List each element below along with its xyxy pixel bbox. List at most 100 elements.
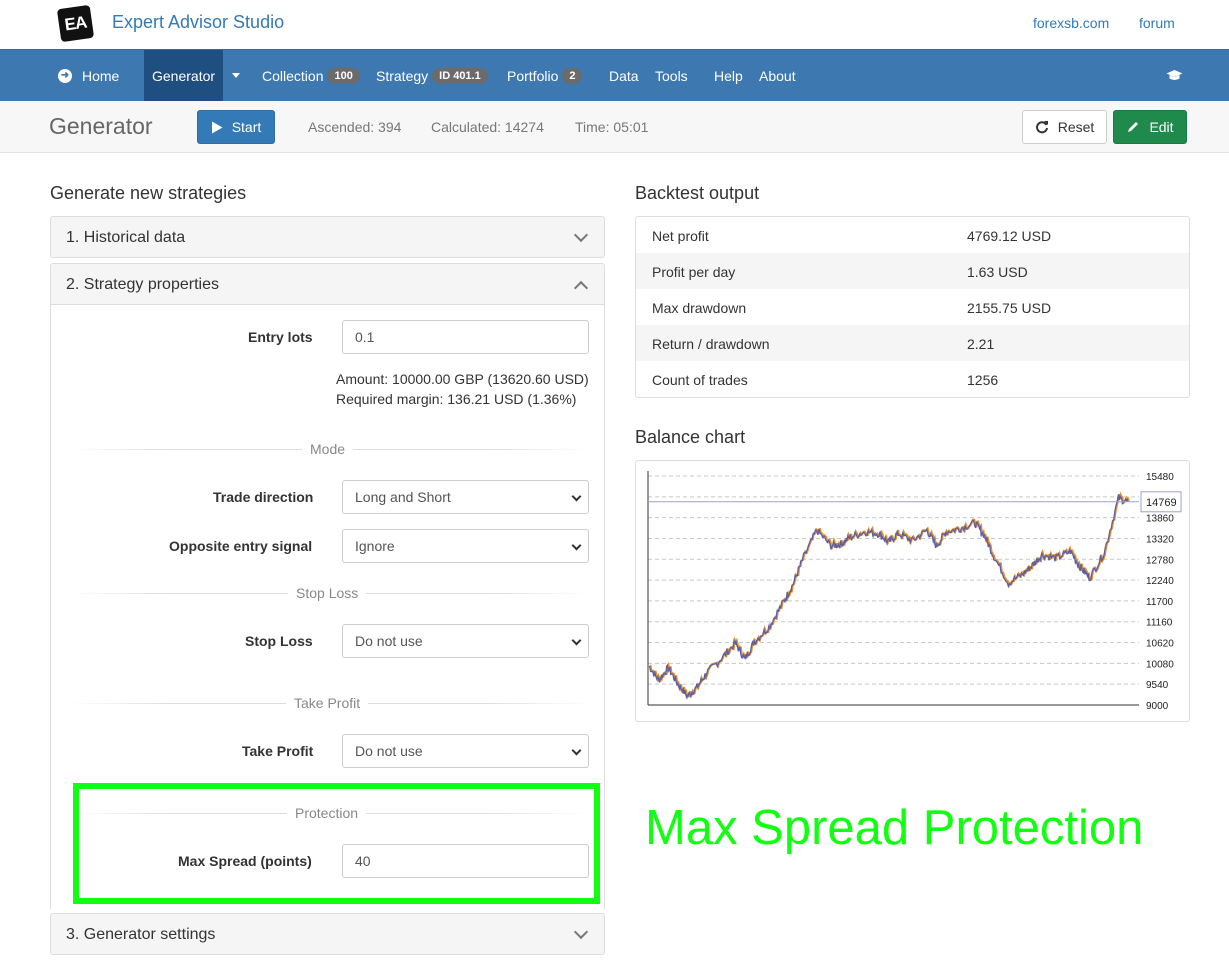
required-margin-info: Required margin: 136.21 USD (1.36%) xyxy=(336,391,577,407)
opposite-entry-signal-label: Opposite entry signal xyxy=(169,538,313,554)
nav-collection-label: Collection xyxy=(262,67,324,84)
ascended-stat: Ascended: 394 xyxy=(308,119,402,135)
profit-per-day-key: Profit per day xyxy=(652,264,736,280)
y-tick-label: 10080 xyxy=(1146,659,1174,670)
entry-lots-value: 0.1 xyxy=(355,329,375,345)
trade-direction-select[interactable]: Long and Short xyxy=(342,480,589,514)
stop-loss-value: Do not use xyxy=(355,633,423,649)
edit-button-label: Edit xyxy=(1149,119,1174,135)
nav-generator-label: Generator xyxy=(152,67,216,84)
chevron-down-icon xyxy=(571,635,582,646)
max-drawdown-value: 2155.75 USD xyxy=(967,300,1052,316)
play-icon xyxy=(211,121,223,133)
backtest-heading: Backtest output xyxy=(635,183,760,203)
y-tick-label: 12240 xyxy=(1146,576,1174,587)
main-navbar: ➜ Home Generator Collection 100 Strategy… xyxy=(0,49,1229,101)
max-drawdown-key: Max drawdown xyxy=(652,300,747,316)
start-button-label: Start xyxy=(231,119,262,135)
nav-about[interactable]: About xyxy=(759,50,796,101)
panel-generator-settings[interactable]: 3. Generator settings xyxy=(50,913,605,955)
max-spread-annotation: Max Spread Protection xyxy=(645,801,1144,855)
trade-direction-value: Long and Short xyxy=(355,489,451,505)
balance-chart-heading: Balance chart xyxy=(635,427,746,447)
backtest-table: Net profit 4769.12 USD Profit per day 1.… xyxy=(635,216,1190,398)
panel-generator-settings-title: 3. Generator settings xyxy=(66,925,216,943)
count-of-trades-value: 1256 xyxy=(967,372,999,388)
chevron-down-icon xyxy=(571,745,582,756)
mode-section-label: Mode xyxy=(302,441,354,457)
strategy-id-badge: ID 401.1 xyxy=(432,67,488,84)
take-profit-section-label: Take Profit xyxy=(286,695,369,711)
nav-strategy[interactable]: Strategy ID 401.1 xyxy=(376,50,488,101)
panel-strategy-properties-title: 2. Strategy properties xyxy=(66,275,219,293)
nav-strategy-label: Strategy xyxy=(376,67,429,84)
nav-collection[interactable]: Collection 100 xyxy=(262,50,360,101)
pencil-icon xyxy=(1128,122,1139,132)
balance-line-accent xyxy=(649,491,1130,700)
top-bar: EA Expert Advisor Studio forexsb.com for… xyxy=(0,0,1229,49)
amount-info: Amount: 10000.00 GBP (13620.60 USD) xyxy=(336,371,589,387)
y-tick-label: 10620 xyxy=(1146,639,1174,650)
table-row: Count of trades 1256 xyxy=(636,361,1189,397)
opposite-entry-signal-value: Ignore xyxy=(355,538,395,554)
nav-data[interactable]: Data xyxy=(609,50,639,101)
ea-logo[interactable]: EA xyxy=(56,4,95,43)
calculated-stat: Calculated: 14274 xyxy=(431,119,544,135)
table-row: Max drawdown 2155.75 USD xyxy=(636,289,1189,325)
y-tick-label: 9000 xyxy=(1146,701,1169,712)
current-value-label: 14769 xyxy=(1146,497,1177,509)
chevron-down-icon xyxy=(571,540,582,551)
nav-generator[interactable]: Generator xyxy=(144,50,224,101)
stop-loss-label: Stop Loss xyxy=(245,633,313,649)
take-profit-label: Take Profit xyxy=(242,743,314,759)
refresh-icon xyxy=(1035,121,1048,134)
net-profit-key: Net profit xyxy=(652,228,709,244)
generate-heading: Generate new strategies xyxy=(50,183,247,203)
balance-chart[interactable]: 1548014400138601332012780122401170011160… xyxy=(636,461,1189,721)
forexsb-link[interactable]: forexsb.com xyxy=(1033,15,1109,31)
entry-lots-input[interactable]: 0.1 xyxy=(342,320,589,354)
panel-strategy-properties[interactable]: 2. Strategy properties xyxy=(50,263,605,305)
collection-count-badge: 100 xyxy=(327,67,360,84)
caret-down-icon xyxy=(232,73,240,78)
y-tick-label: 9540 xyxy=(1146,680,1169,691)
opposite-entry-signal-select[interactable]: Ignore xyxy=(342,529,589,563)
nav-help[interactable]: Help xyxy=(714,50,743,101)
take-profit-value: Do not use xyxy=(355,743,423,759)
stop-loss-select[interactable]: Do not use xyxy=(342,624,589,658)
nav-tools[interactable]: Tools xyxy=(655,50,688,101)
table-row: Profit per day 1.63 USD xyxy=(636,253,1189,289)
return-drawdown-value: 2.21 xyxy=(967,336,995,352)
forum-link[interactable]: forum xyxy=(1139,15,1175,31)
nav-home-label: Home xyxy=(82,67,120,84)
y-tick-label: 13320 xyxy=(1146,534,1174,545)
entry-lots-label: Entry lots xyxy=(248,329,313,345)
edit-button[interactable]: Edit xyxy=(1113,110,1187,144)
app-title[interactable]: Expert Advisor Studio xyxy=(112,12,284,33)
y-tick-label: 12780 xyxy=(1146,555,1174,566)
back-circle-icon: ➜ xyxy=(58,68,72,83)
portfolio-count-badge: 2 xyxy=(562,67,583,84)
nav-generator-dropdown[interactable] xyxy=(232,50,240,101)
nav-portfolio[interactable]: Portfolio 2 xyxy=(507,50,583,101)
y-tick-label: 11160 xyxy=(1146,618,1173,629)
y-tick-label: 13860 xyxy=(1146,514,1174,525)
protection-highlight-box xyxy=(73,783,600,904)
panel-historical-data[interactable]: 1. Historical data xyxy=(50,216,605,258)
return-drawdown-key: Return / drawdown xyxy=(652,336,770,352)
stop-loss-section-label: Stop Loss xyxy=(288,585,367,601)
generator-toolbar: Generator Start Ascended: 394 Calculated… xyxy=(0,101,1229,153)
graduation-cap-icon[interactable] xyxy=(1166,50,1183,101)
take-profit-select[interactable]: Do not use xyxy=(342,734,589,768)
nav-portfolio-label: Portfolio xyxy=(507,67,559,84)
profit-per-day-value: 1.63 USD xyxy=(967,264,1028,280)
balance-chart-container: 1548014400138601332012780122401170011160… xyxy=(635,460,1190,722)
start-button[interactable]: Start xyxy=(197,110,275,144)
reset-button-label: Reset xyxy=(1057,119,1095,135)
page-title: Generator xyxy=(49,113,153,139)
reset-button[interactable]: Reset xyxy=(1022,110,1107,144)
table-row: Net profit 4769.12 USD xyxy=(636,217,1189,253)
time-stat: Time: 05:01 xyxy=(575,119,649,135)
nav-home[interactable]: ➜ Home xyxy=(58,50,119,101)
table-row: Return / drawdown 2.21 xyxy=(636,325,1189,361)
